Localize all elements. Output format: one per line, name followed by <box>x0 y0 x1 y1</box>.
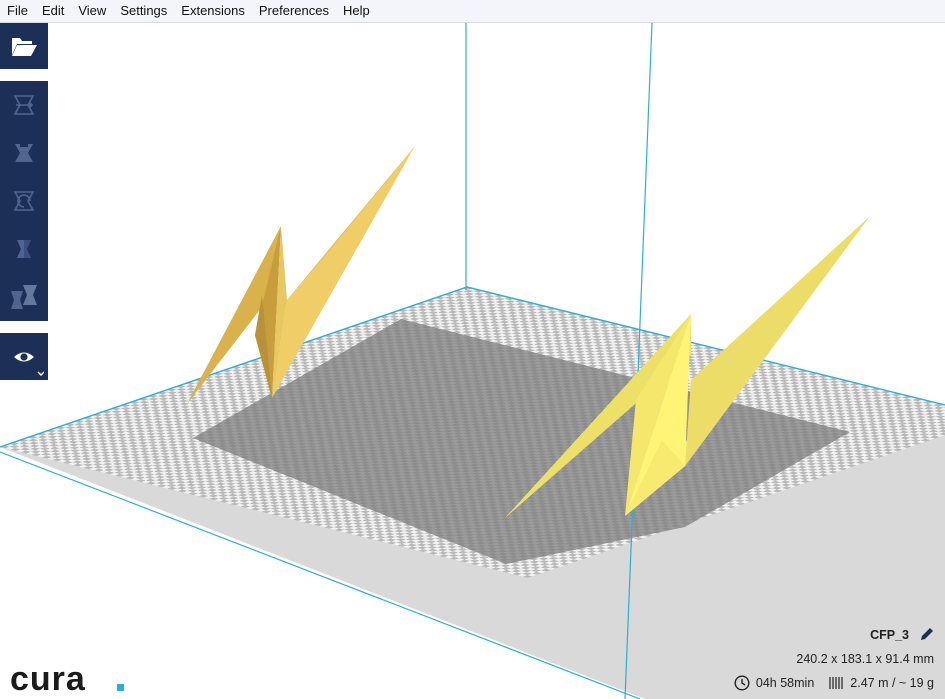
menu-preferences[interactable]: Preferences <box>252 0 336 22</box>
3d-viewport[interactable] <box>0 23 945 699</box>
per-model-settings-button[interactable] <box>0 273 48 321</box>
menu-file[interactable]: File <box>0 0 35 22</box>
mirror-tool-button[interactable] <box>0 225 48 273</box>
material-usage: 2.47 m / ~ 19 g <box>850 676 934 690</box>
print-stats: 04h 58min 2.47 m / ~ 19 g <box>734 675 934 691</box>
pencil-icon[interactable] <box>919 627 934 642</box>
svg-text:cura: cura <box>10 664 86 696</box>
move-icon <box>13 95 35 115</box>
menu-settings[interactable]: Settings <box>113 0 174 22</box>
model-dimensions: 240.2 x 183.1 x 91.4 mm <box>796 652 934 666</box>
rotate-icon <box>13 191 35 211</box>
open-panel <box>0 23 48 69</box>
scale-tool-button[interactable] <box>0 129 48 177</box>
print-time: 04h 58min <box>755 676 815 690</box>
job-name: CFP_3 <box>870 627 909 642</box>
cura-logo: cura <box>10 664 124 696</box>
menu-extensions[interactable]: Extensions <box>174 0 252 22</box>
move-tool-button[interactable] <box>0 81 48 129</box>
scale-icon <box>15 143 33 162</box>
menu-bar: File Edit View Settings Extensions Prefe… <box>0 0 945 23</box>
menu-edit[interactable]: Edit <box>35 0 71 22</box>
menu-help[interactable]: Help <box>336 0 377 22</box>
per-model-settings-icon <box>11 285 37 309</box>
menu-view[interactable]: View <box>71 0 113 22</box>
open-file-icon <box>12 38 37 56</box>
clock-icon <box>734 675 750 691</box>
open-file-button[interactable] <box>0 23 48 69</box>
job-name-row: CFP_3 <box>870 627 934 642</box>
rotate-tool-button[interactable] <box>0 177 48 225</box>
view-mode-button[interactable] <box>0 333 48 380</box>
filament-icon <box>829 677 843 689</box>
chevron-down-icon <box>37 370 44 376</box>
eye-icon <box>14 352 44 376</box>
view-panel <box>0 333 48 380</box>
mirror-icon <box>17 240 31 258</box>
tools-panel <box>0 81 48 321</box>
